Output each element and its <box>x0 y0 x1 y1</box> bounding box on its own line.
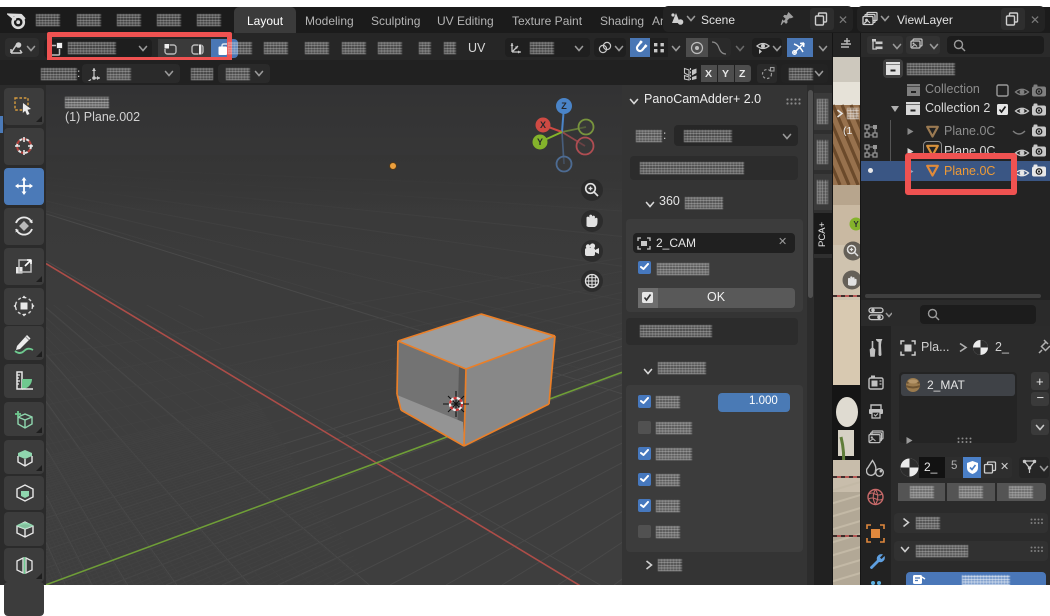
svg-text:X: X <box>540 120 546 130</box>
svg-text:Z: Z <box>561 101 567 111</box>
svg-text:Y: Y <box>853 220 859 229</box>
svg-text:Y: Y <box>537 137 543 147</box>
